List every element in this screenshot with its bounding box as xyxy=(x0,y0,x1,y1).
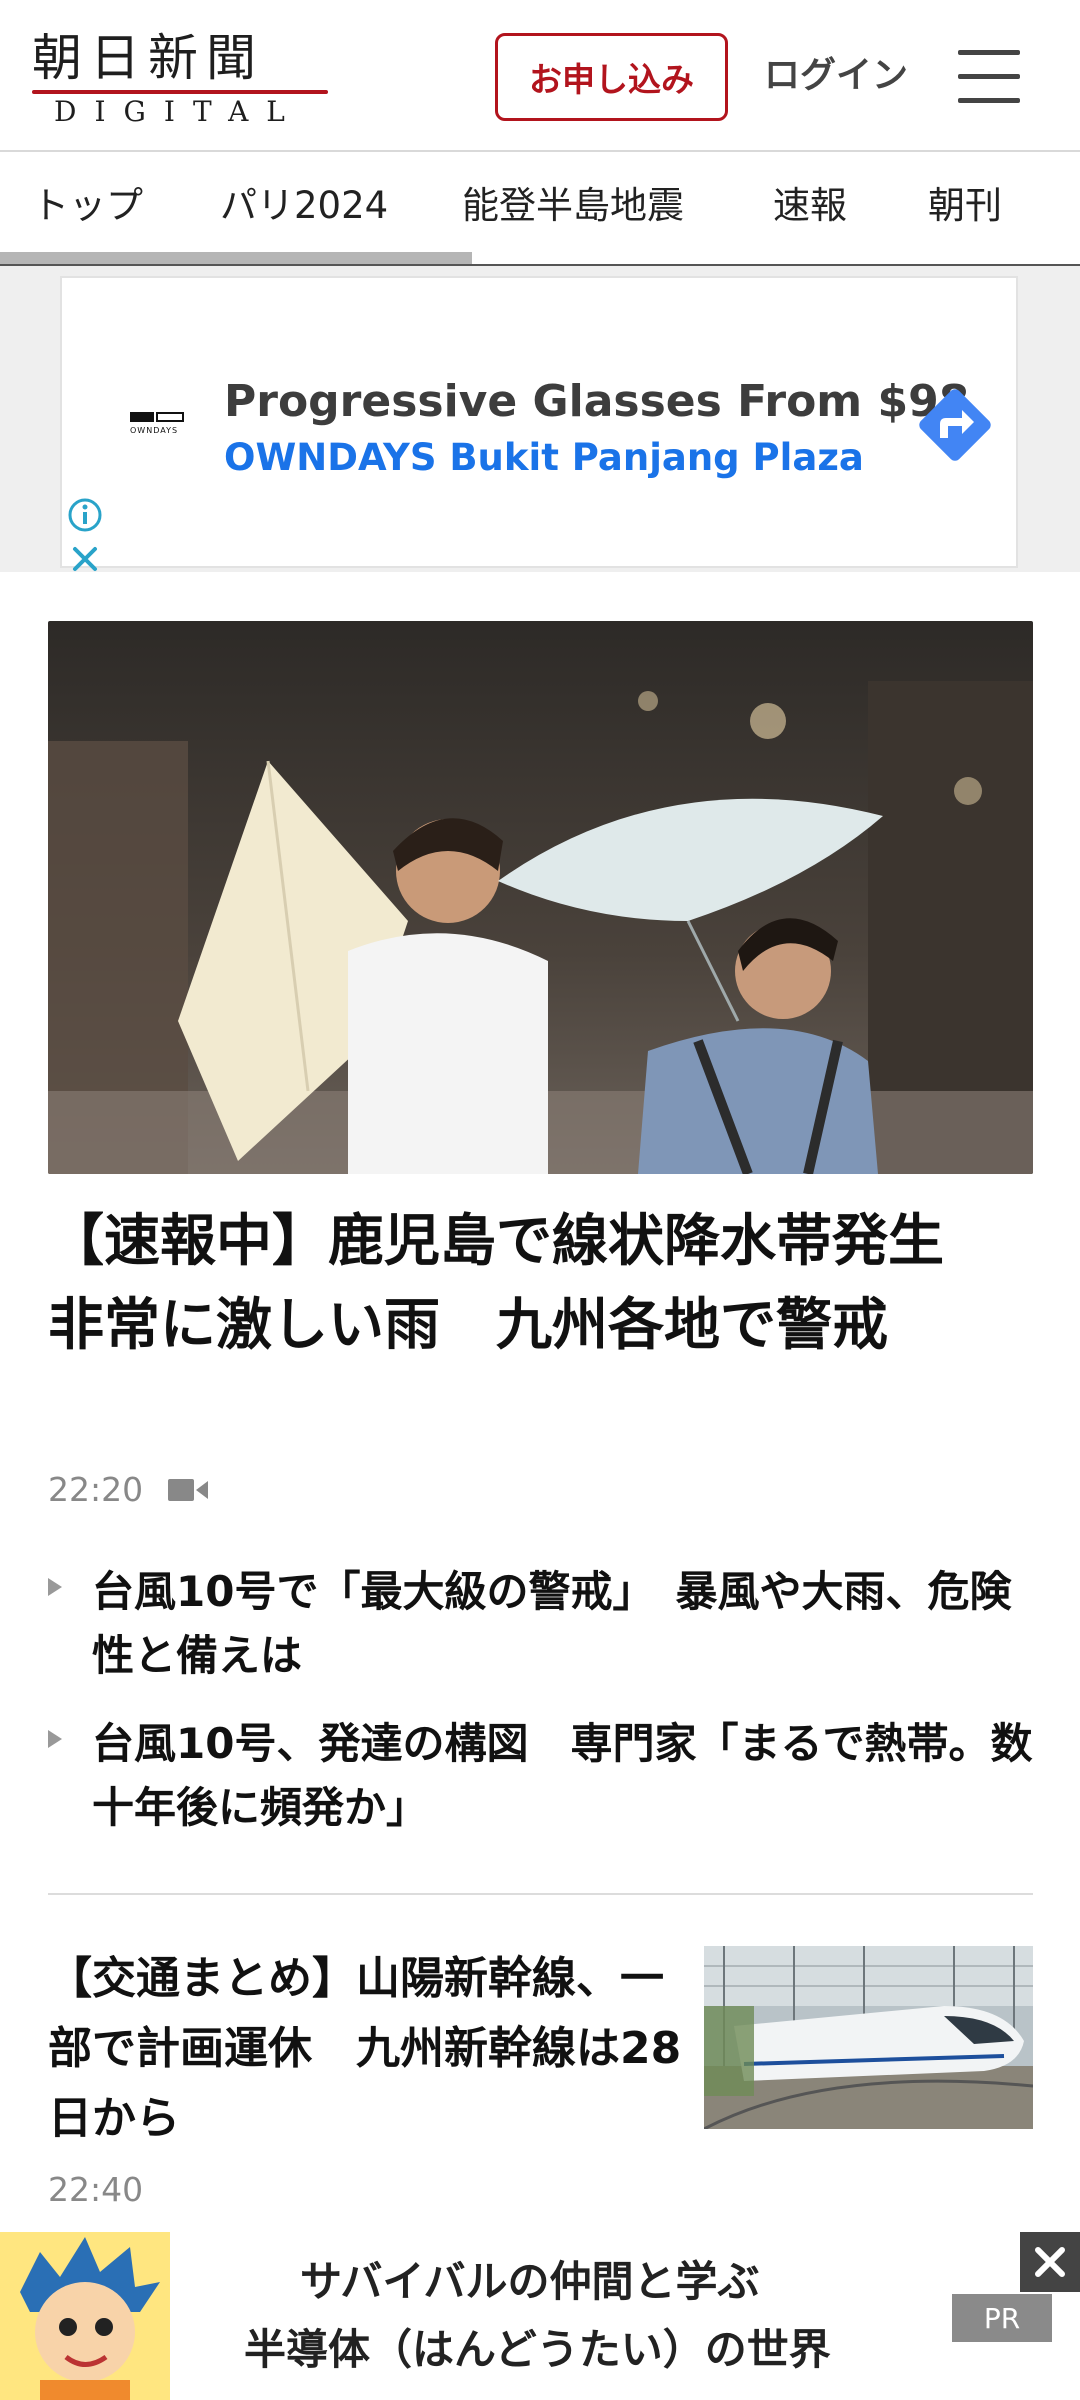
info-icon[interactable] xyxy=(66,496,104,534)
video-camera-icon xyxy=(168,1479,208,1501)
asahi-digital-logo[interactable]: 朝日新聞 DIGITAL xyxy=(32,28,332,132)
triangle-bullet-icon xyxy=(48,1578,62,1596)
main-article-headline[interactable]: 【速報中】鹿児島で線状降水帯発生 非常に激しい雨 九州各地で警戒 xyxy=(48,1200,1033,1368)
main-article-timestamp: 22:20 xyxy=(48,1470,144,1509)
close-icon[interactable] xyxy=(66,540,104,578)
site-header: 朝日新聞 DIGITAL お申し込み ログイン xyxy=(0,0,1080,152)
hamburger-menu-icon[interactable] xyxy=(958,50,1020,104)
display-ad[interactable]: OWNDAYS Progressive Glasses From $98 OWN… xyxy=(60,276,1018,571)
subscribe-button[interactable]: お申し込み xyxy=(495,33,728,121)
tab-breaking[interactable]: 速報 xyxy=(773,178,847,234)
ad-headline[interactable]: Progressive Glasses From $98 xyxy=(224,374,969,430)
owndays-logo: OWNDAYS xyxy=(130,412,186,440)
ad-subline[interactable]: OWNDAYS Bukit Panjang Plaza xyxy=(224,434,864,482)
triangle-bullet-icon xyxy=(48,1730,62,1748)
shinkansen-train-photo[interactable] xyxy=(704,1946,1033,2129)
directions-arrow-icon[interactable] xyxy=(910,380,1000,470)
logo-sub-text: DIGITAL xyxy=(54,95,303,128)
related-link-text[interactable]: 台風10号で「最大級の警戒」 暴風や大雨、危険性と備えは xyxy=(92,1560,1052,1688)
category-nav: トップ パリ2024 能登半島地震 速報 朝刊 xyxy=(0,154,1080,266)
related-link-item[interactable]: 台風10号で「最大級の警戒」 暴風や大雨、危険性と備えは xyxy=(48,1560,1033,1700)
nav-scroll-indicator xyxy=(0,252,472,264)
article-headline[interactable]: 【交通まとめ】山陽新幹線、一部で計画運休 九州新幹線は28日から xyxy=(48,1944,688,2154)
close-icon[interactable] xyxy=(1020,2232,1080,2292)
pr-badge: PR xyxy=(952,2294,1052,2342)
logo-main-text: 朝日新聞 xyxy=(32,29,264,87)
tab-morning-edition[interactable]: 朝刊 xyxy=(928,178,1002,234)
related-link-item[interactable]: 台風10号、発達の構図 専門家「まるで熱帯。数十年後に頻発か」 xyxy=(48,1712,1033,1852)
main-article-photo[interactable] xyxy=(48,621,1033,1174)
article-timestamp: 22:40 xyxy=(48,2170,144,2209)
logo-underline xyxy=(32,90,328,94)
section-divider xyxy=(48,1893,1033,1895)
related-link-text[interactable]: 台風10号、発達の構図 専門家「まるで熱帯。数十年後に頻発か」 xyxy=(92,1712,1052,1840)
tab-top[interactable]: トップ xyxy=(32,178,143,234)
cartoon-boy-character xyxy=(0,2232,170,2400)
tab-noto-earthquake[interactable]: 能登半島地震 xyxy=(462,178,684,234)
ad-container: OWNDAYS Progressive Glasses From $98 OWN… xyxy=(0,266,1080,572)
bottom-promo-banner[interactable]: サバイバルの仲間と学ぶ 半導体（はんどうたい）の世界 PR xyxy=(0,2232,1080,2400)
banner-text-line2[interactable]: 半導体（はんどうたい）の世界 xyxy=(244,2322,831,2378)
tab-paris2024[interactable]: パリ2024 xyxy=(220,178,388,234)
login-link[interactable]: ログイン xyxy=(764,48,908,104)
banner-text-line1[interactable]: サバイバルの仲間と学ぶ xyxy=(300,2254,759,2310)
